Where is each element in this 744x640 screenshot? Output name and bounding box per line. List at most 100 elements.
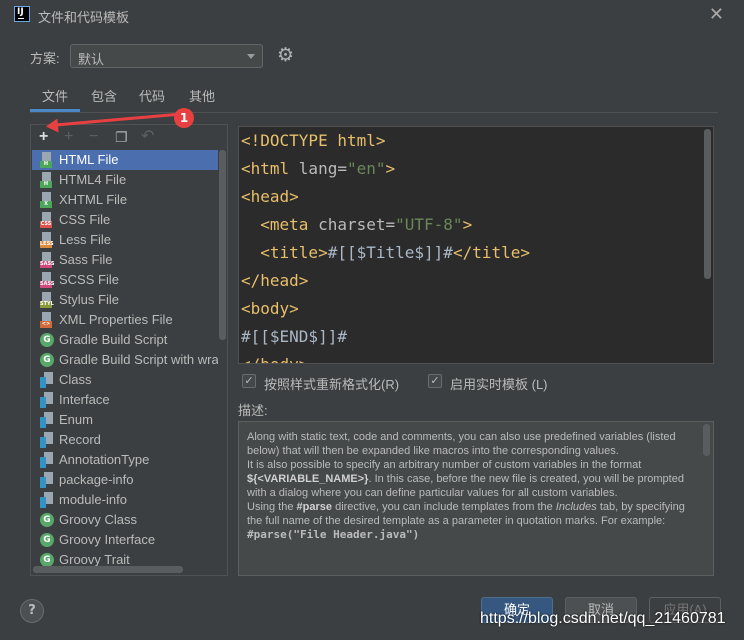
template-list-item[interactable]: G Gradle Build Script with wrapper [32,350,218,370]
template-toolbar: + + − ❐ ↶ [31,125,227,149]
description-paragraph-3: Using the #parse directive, you can incl… [247,500,695,528]
template-list-item-label: Groovy Class [59,512,138,527]
remove-icon[interactable]: − [89,125,98,149]
template-list: H HTML File H HTML4 File X XHTML File CSS CSS F… [32,150,218,574]
chevron-down-icon [247,54,255,59]
template-list-item-label: HTML4 File [59,172,127,187]
java-record-icon [40,432,54,448]
code-token: > [385,159,396,178]
desc-p2-text: It is also possible to specify an arbitr… [247,459,642,471]
template-list-item-label: Record [59,432,101,447]
template-list-item-label: Stylus File [59,292,119,307]
template-list-item[interactable]: H HTML File [32,150,218,170]
java-module-info-icon [40,492,54,508]
desc-p3-text: Using the [247,501,297,513]
template-list-panel: + + − ❐ ↶ H HTML File H HTML4 File X XHTML Fi… [30,124,228,576]
template-list-item-label: Sass File [59,252,113,267]
tab-includes[interactable]: 包含 [80,86,128,112]
code-line: <!DOCTYPE html> [241,131,386,150]
annotation-arrow-head [45,118,59,134]
html-file-icon: H [40,152,54,168]
template-code-editor[interactable]: <!DOCTYPE html> <html lang="en"> <head> <m… [238,126,714,364]
intellij-app-icon [14,6,30,22]
template-list-item-label: module-info [59,492,127,507]
tab-code[interactable]: 代码 [128,86,176,112]
list-horizontal-scrollbar[interactable] [33,566,183,573]
code-token: <head> [241,187,299,206]
template-list-item[interactable]: CSS CSS File [32,210,218,230]
java-enum-icon [40,412,54,428]
scss-file-icon: SASS [40,272,54,288]
template-list-item-label: Groovy Interface [59,532,156,547]
code-token: lang= [298,159,347,178]
template-list-item[interactable]: <> XML Properties File [32,310,218,330]
desc-parse-directive: #parse [296,501,333,513]
template-list-item-label: CSS File [59,212,111,227]
css-file-icon: CSS [40,212,54,228]
list-vertical-scrollbar[interactable] [219,150,226,340]
template-list-item[interactable]: SASS SCSS File [32,270,218,290]
code-token: #[[$Title$]]# [327,243,453,262]
template-list-item[interactable]: Interface [32,390,218,410]
editor-scrollbar[interactable] [704,129,711,279]
code-line: <head> [241,187,299,206]
reset-icon[interactable]: ↶ [141,125,154,149]
java-interface-icon [40,392,54,408]
stylus-file-icon: STYL [40,292,54,308]
template-list-item-label: HTML File [59,152,119,167]
template-list-item[interactable]: module-info [32,490,218,510]
code-line: </head> [241,271,308,290]
html-file-icon: H [40,172,54,188]
template-list-item-label: XML Properties File [59,312,173,327]
code-token: </head> [241,271,309,290]
description-scrollbar[interactable] [703,424,710,456]
gradle-icon: G [40,353,54,367]
template-list-item[interactable]: X XHTML File [32,190,218,210]
template-list-item-label: Gradle Build Script [59,332,168,347]
template-list-item[interactable]: SASS Sass File [32,250,218,270]
groovy-icon: G [40,513,54,527]
code-line: <title>#[[$Title$]]#</title> [241,243,530,262]
code-token: <html [241,159,299,178]
template-list-item[interactable]: AnnotationType [32,450,218,470]
template-list-item[interactable]: Enum [32,410,218,430]
add-child-icon[interactable]: + [64,125,73,149]
groovy-icon: G [40,533,54,547]
template-list-item[interactable]: LESS Less File [32,230,218,250]
template-list-item-label: Interface [59,392,110,407]
template-list-item[interactable]: G Groovy Interface [32,530,218,550]
tab-files[interactable]: 文件 [30,86,80,112]
template-list-item[interactable]: package-info [32,470,218,490]
template-list-item[interactable]: Record [32,430,218,450]
template-list-item[interactable]: G Groovy Class [32,510,218,530]
code-token: <!DOCTYPE html> [241,131,386,150]
code-line: <html lang="en"> [241,159,395,178]
scheme-dropdown[interactable]: 默认 [70,44,263,68]
live-template-checkbox[interactable]: ✓ [428,374,442,388]
template-list-item-label: Gradle Build Script with wrapper [59,352,218,367]
code-token: #[[$END$]]# [241,327,347,346]
groovy-icon: G [40,553,54,567]
template-list-item[interactable]: STYL Stylus File [32,290,218,310]
template-list-item[interactable]: G Gradle Build Script [32,330,218,350]
template-list-item-label: Groovy Trait [59,552,130,567]
template-list-item[interactable]: Class [32,370,218,390]
description-text: Along with static text, code and comment… [247,430,695,542]
window-title: 文件和代码模板 [38,10,130,25]
template-list-item[interactable]: H HTML4 File [32,170,218,190]
watermark: https://blog.csdn.net/qq_21460781 [480,610,726,627]
annotation-badge: 1 [174,108,194,128]
close-icon[interactable]: ✕ [709,4,724,25]
xml-file-icon: <> [40,312,54,328]
desc-variable-format: ${<VARIABLE_NAME>} [247,473,369,485]
template-list-item-label: SCSS File [59,272,119,287]
java-package-info-icon [40,472,54,488]
copy-icon[interactable]: ❐ [115,125,128,149]
template-list-item-label: Less File [59,232,112,247]
code-line: <body> [241,299,299,318]
template-list-item-label: AnnotationType [59,452,150,467]
gear-icon[interactable]: ⚙ [277,44,294,68]
help-button[interactable]: ? [20,599,44,623]
reformat-checkbox[interactable]: ✓ [242,374,256,388]
code-line: <meta charset="UTF-8"> [241,215,472,234]
